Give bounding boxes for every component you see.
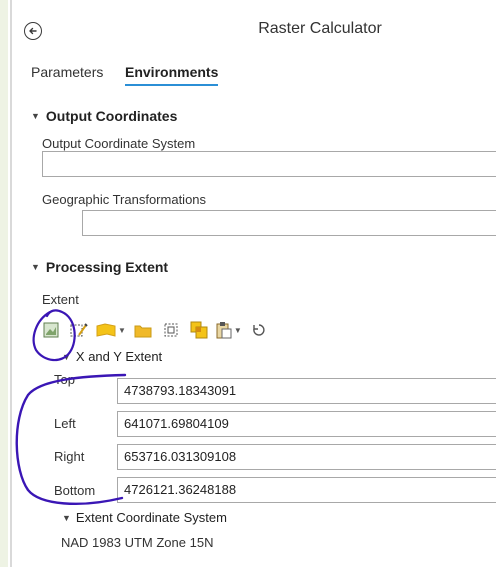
chevron-down-icon: ▼ xyxy=(31,262,40,272)
intersection-extent-icon xyxy=(190,321,208,339)
layer-extent-dropdown[interactable]: ▼ xyxy=(96,322,126,338)
panel-divider[interactable] xyxy=(10,0,12,567)
tab-environments[interactable]: Environments xyxy=(125,64,219,86)
paste-extent-dropdown[interactable]: ▼ xyxy=(216,321,242,339)
section-output-coordinates[interactable]: ▼ Output Coordinates xyxy=(31,108,177,124)
left-label: Left xyxy=(54,416,76,431)
output-coordinate-system-label: Output Coordinate System xyxy=(42,136,196,151)
extent-label: Extent xyxy=(42,292,79,307)
reset-extent-button[interactable] xyxy=(248,319,270,341)
bottom-input[interactable]: 4726121.36248188 xyxy=(117,477,496,503)
browse-folder-icon xyxy=(134,325,152,337)
reset-icon xyxy=(253,324,265,336)
layer-extent-icon xyxy=(96,323,116,337)
xy-extent-header[interactable]: ▼ X and Y Extent xyxy=(62,349,162,364)
intersection-extent-button[interactable] xyxy=(188,319,210,341)
chevron-down-icon: ▼ xyxy=(62,351,71,362)
tab-parameters[interactable]: Parameters xyxy=(31,64,103,80)
current-display-extent-icon xyxy=(43,322,59,338)
extent-coordinate-system-label: Extent Coordinate System xyxy=(75,510,227,525)
right-label: Right xyxy=(54,449,85,464)
geographic-transformations-label: Geographic Transformations xyxy=(42,192,207,207)
extent-toolbar: ▼ ▼ xyxy=(40,318,276,342)
chevron-down-icon: ▼ xyxy=(31,111,40,121)
chevron-down-icon: ▼ xyxy=(233,325,242,335)
left-panel-strip xyxy=(0,0,8,567)
geographic-transformations-input[interactable] xyxy=(82,210,496,236)
window-title: Raster Calculator xyxy=(258,20,382,37)
paste-extent-icon xyxy=(216,322,232,339)
draw-extent-icon xyxy=(70,323,88,337)
clear-extent-button[interactable] xyxy=(160,319,182,341)
xy-extent-label: X and Y Extent xyxy=(75,349,163,364)
top-label: Top xyxy=(54,372,75,387)
left-input[interactable]: 641071.69804109 xyxy=(117,411,496,437)
chevron-down-icon: ▼ xyxy=(62,512,71,523)
current-display-extent-button[interactable] xyxy=(40,319,62,341)
section-processing-extent[interactable]: ▼ Processing Extent xyxy=(31,259,168,275)
right-input[interactable]: 653716.031309108 xyxy=(117,444,496,470)
section-header-label: Processing Extent xyxy=(45,259,169,275)
browse-folder-button[interactable] xyxy=(132,319,154,341)
draw-extent-button[interactable] xyxy=(68,319,90,341)
top-input[interactable]: 4738793.18343091 xyxy=(117,378,496,404)
extent-coordinate-system-value: NAD 1983 UTM Zone 15N xyxy=(61,535,214,550)
section-header-label: Output Coordinates xyxy=(45,108,178,124)
extent-coordinate-system-header[interactable]: ▼ Extent Coordinate System xyxy=(62,510,227,525)
chevron-down-icon: ▼ xyxy=(118,325,126,335)
output-coordinate-system-input[interactable] xyxy=(42,151,496,177)
bottom-label: Bottom xyxy=(54,483,96,498)
clear-extent-icon xyxy=(164,323,178,337)
